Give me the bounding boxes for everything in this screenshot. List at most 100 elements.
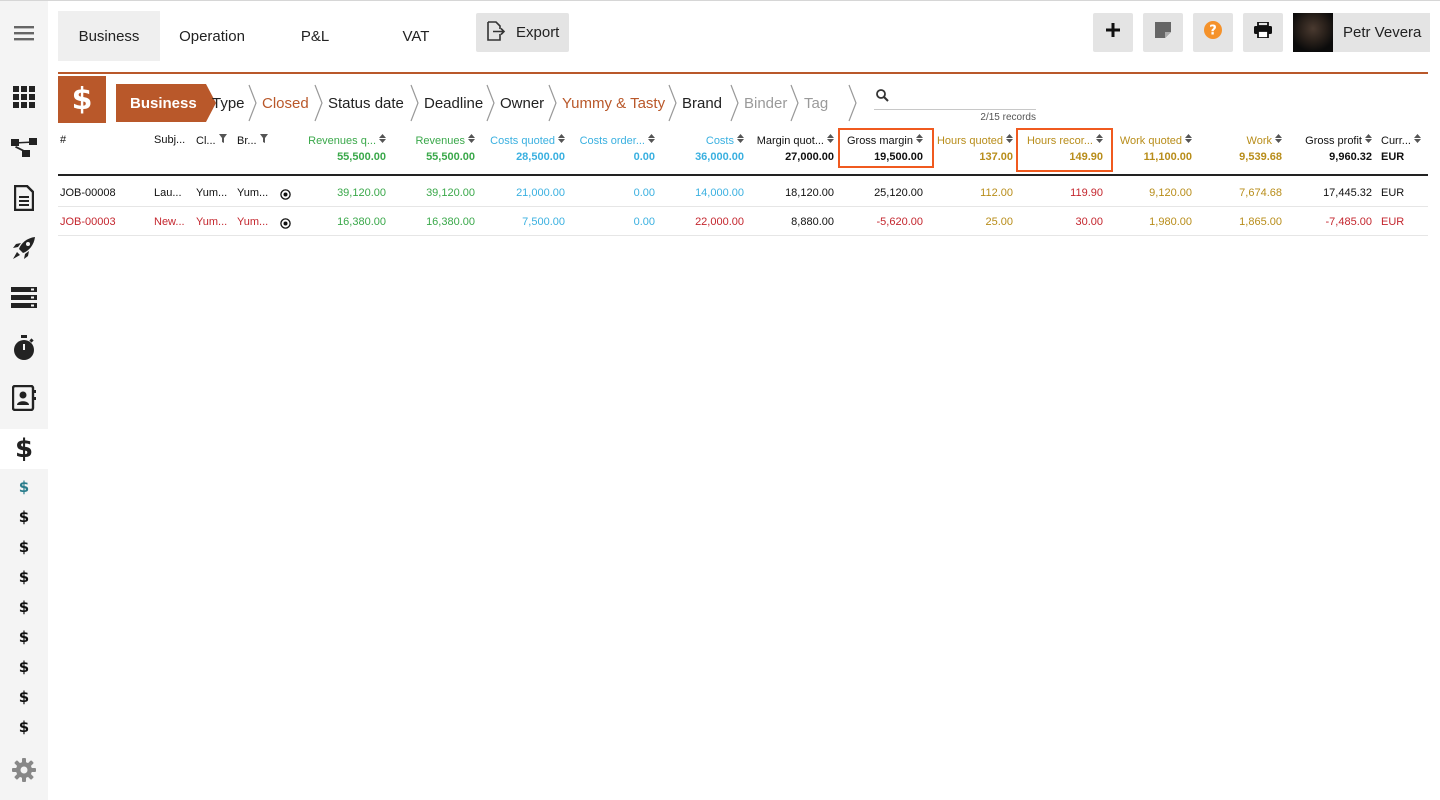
export-button[interactable]: Export <box>476 13 569 52</box>
tab-business[interactable]: Business <box>58 11 160 61</box>
menu-icon[interactable] <box>0 21 48 45</box>
table-header: # Subj... Cl... Br... Revenues q... 55,500.00… <box>58 130 1428 176</box>
sort-icon[interactable] <box>737 134 744 143</box>
table-row[interactable]: JOB-00008 Lau... Yum... Yum... 39,120.00 39,1… <box>58 178 1428 207</box>
document-icon[interactable] <box>0 185 48 211</box>
rocket-icon[interactable] <box>0 235 48 261</box>
sort-icon[interactable] <box>1413 134 1421 143</box>
tab-vat[interactable]: VAT <box>368 11 464 61</box>
column-header-costs[interactable]: Costs <box>706 134 744 147</box>
column-header-client[interactable]: Cl... <box>196 134 227 147</box>
filter-icon[interactable] <box>218 134 227 145</box>
column-header-label: # <box>60 134 67 146</box>
column-header-label: Br... <box>237 135 257 147</box>
tab-operation[interactable]: Operation <box>162 11 262 61</box>
sort-icon[interactable] <box>1275 134 1282 143</box>
sidebar-sub-item[interactable]: $ <box>0 687 48 707</box>
crumb-label: Status date <box>328 94 404 112</box>
sidebar-sub-item[interactable]: $ <box>0 657 48 677</box>
column-header-hours-quoted[interactable]: Hours quoted <box>937 134 1013 147</box>
cell-id[interactable]: JOB-00008 <box>60 187 116 199</box>
column-header-work[interactable]: Work <box>1247 134 1282 147</box>
column-header-label: Work quoted <box>1119 135 1182 147</box>
total-hours-quoted: 137.00 <box>979 151 1013 163</box>
help-button[interactable]: ? <box>1193 13 1233 52</box>
column-header-costs-ordered[interactable]: Costs order... <box>580 134 655 147</box>
crumb-closed[interactable]: Closed <box>256 84 323 122</box>
sort-icon[interactable] <box>1365 134 1372 143</box>
contacts-icon[interactable] <box>0 385 48 411</box>
sort-icon[interactable] <box>827 134 834 143</box>
hours-recorded-highlight <box>1016 128 1113 172</box>
sort-icon[interactable] <box>468 134 475 143</box>
dollar-icon-glyph: $ <box>14 434 34 464</box>
crumb-yummy-tasty[interactable]: Yummy & Tasty <box>556 84 677 122</box>
column-header-margin-quoted[interactable]: Margin quot... <box>757 134 834 147</box>
printer-icon <box>1254 21 1272 43</box>
dollar-icon[interactable]: $ <box>0 429 48 469</box>
crumb-binder[interactable]: Binder <box>738 84 799 122</box>
crumb-deadline[interactable]: Deadline <box>418 84 495 122</box>
crumb-tag[interactable]: Tag <box>798 84 857 122</box>
tab-pl[interactable]: P&L <box>266 11 364 61</box>
sidebar-sub-item[interactable]: $ <box>0 627 48 647</box>
sidebar-sub-item[interactable]: $ <box>0 717 48 737</box>
sidebar-sub-item[interactable]: $ <box>0 537 48 557</box>
column-header-subject[interactable]: Subj... <box>154 134 185 146</box>
sidebar-sub-item[interactable]: $ <box>0 597 48 617</box>
crumb-brand[interactable]: Brand <box>676 84 739 122</box>
total-costs: 36,000.00 <box>695 151 744 163</box>
column-header-gross-profit[interactable]: Gross profit <box>1305 134 1372 147</box>
note-button[interactable] <box>1143 13 1183 52</box>
cell-subject: Lau... <box>154 187 182 199</box>
cell-margin-quoted: 8,880.00 <box>791 216 834 228</box>
settings-icon[interactable] <box>0 757 48 783</box>
table-row[interactable]: JOB-00003 New... Yum... Yum... 16,380.00 16,3… <box>58 207 1428 236</box>
column-header-label: Curr... <box>1381 135 1411 147</box>
sidebar-sub-item[interactable]: $ <box>0 567 48 587</box>
crumb-type[interactable]: Type <box>206 84 257 122</box>
workflow-icon[interactable] <box>0 135 48 161</box>
cell-id[interactable]: JOB-00003 <box>60 216 116 228</box>
sort-icon[interactable] <box>648 134 655 143</box>
dollar-icon: $ <box>18 508 30 526</box>
sort-icon[interactable] <box>379 134 386 143</box>
sort-icon[interactable] <box>558 134 565 143</box>
apps-grid-icon[interactable] <box>0 85 48 109</box>
dollar-icon: $ <box>18 658 30 676</box>
sort-icon[interactable] <box>1185 134 1192 143</box>
crumb-owner[interactable]: Owner <box>494 84 557 122</box>
filter-icon[interactable] <box>259 134 268 145</box>
target-icon[interactable] <box>280 187 291 205</box>
column-header-id[interactable]: # <box>60 134 66 146</box>
cell-hours-recorded: 119.90 <box>1070 187 1103 199</box>
print-button[interactable] <box>1243 13 1283 52</box>
column-header-brand[interactable]: Br... <box>237 134 268 147</box>
records-count: 2/15 records <box>980 112 1036 123</box>
crumb-label: Owner <box>500 94 545 112</box>
cell-revenues: 39,120.00 <box>426 187 475 199</box>
cell-client: Yum... <box>196 187 228 199</box>
column-header-revenues-quoted[interactable]: Revenues q... <box>308 134 386 147</box>
search-input[interactable] <box>874 86 1036 110</box>
column-header-currency[interactable]: Curr... <box>1381 134 1421 147</box>
cell-costs-ordered: 0.00 <box>633 216 655 228</box>
column-header-costs-quoted[interactable]: Costs quoted <box>490 134 565 147</box>
sidebar-sub-item[interactable]: $ <box>0 507 48 527</box>
crumb-business[interactable]: Business <box>116 84 216 122</box>
cell-costs: 22,000.00 <box>695 216 744 228</box>
column-header-work-quoted[interactable]: Work quoted <box>1120 134 1192 147</box>
column-header-revenues[interactable]: Revenues <box>415 134 475 147</box>
column-header-label: Costs order... <box>579 135 645 147</box>
cell-currency: EUR <box>1381 187 1405 199</box>
cell-work: 7,674.68 <box>1239 187 1282 199</box>
sidebar-sub-item[interactable]: $ <box>0 477 48 497</box>
add-button[interactable] <box>1093 13 1133 52</box>
user-menu[interactable]: Petr Vevera <box>1293 13 1430 52</box>
dollar-icon: $ <box>18 628 30 646</box>
crumb-status-date[interactable]: Status date <box>322 84 419 122</box>
server-icon[interactable] <box>0 285 48 311</box>
target-icon[interactable] <box>280 216 291 234</box>
stopwatch-icon[interactable] <box>0 335 48 361</box>
sort-icon[interactable] <box>1006 134 1013 143</box>
